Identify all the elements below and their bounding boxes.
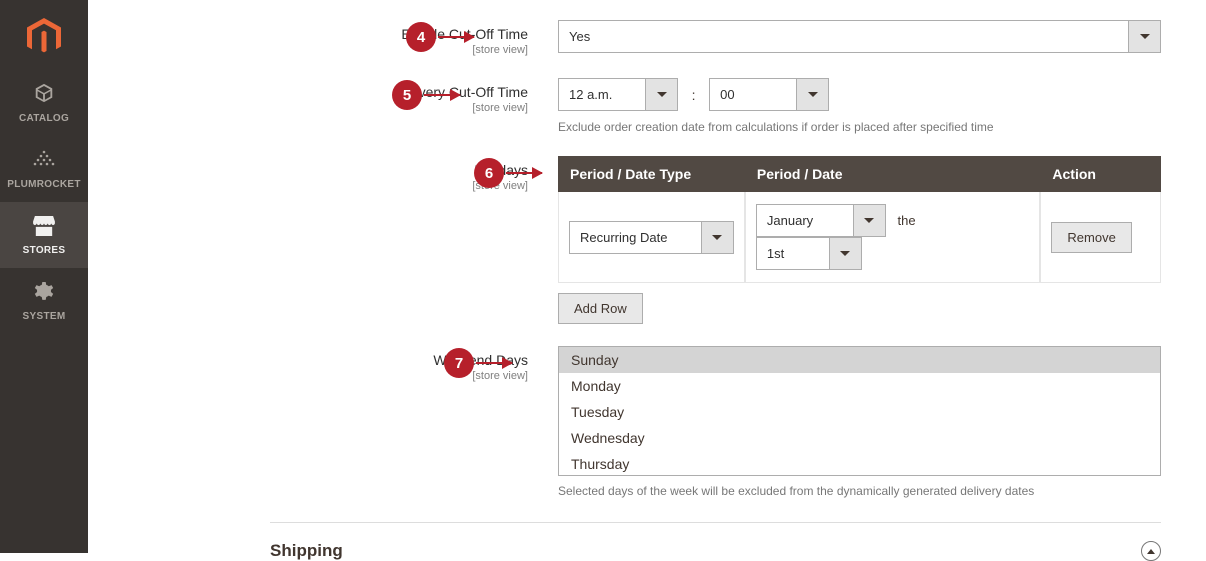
th-period-date: Period / Date xyxy=(745,156,1040,192)
the-text: the xyxy=(890,213,924,228)
period-type-select[interactable]: Recurring Date xyxy=(569,221,734,254)
callout-badge-6: 6 xyxy=(474,158,504,188)
holidays-table: Period / Date Type Period / Date Action … xyxy=(558,156,1161,283)
callout-badge-7: 7 xyxy=(444,348,474,378)
th-period-type: Period / Date Type xyxy=(558,156,745,192)
main-content: 4 Enable Cut-Off Time [store view] Yes 5… xyxy=(88,0,1206,553)
callout-badge-4: 4 xyxy=(406,22,436,52)
enable-cutoff-select[interactable]: Yes xyxy=(558,20,1161,53)
admin-sidebar: CATALOG PLUMROCKET STORES SYSTEM xyxy=(0,0,88,553)
field-hint: Selected days of the week will be exclud… xyxy=(558,484,1161,498)
list-item[interactable]: Tuesday xyxy=(559,399,1160,425)
nav-stores[interactable]: STORES xyxy=(0,202,88,268)
remove-button[interactable]: Remove xyxy=(1051,222,1131,253)
list-item[interactable]: Thursday xyxy=(559,451,1160,476)
collapse-icon[interactable] xyxy=(1141,541,1161,561)
list-item[interactable]: Sunday xyxy=(559,347,1160,373)
arrow-icon xyxy=(476,362,512,364)
arrow-icon xyxy=(424,94,460,96)
day-select[interactable]: 1st xyxy=(756,237,862,270)
nav-label: SYSTEM xyxy=(23,311,66,322)
section-title: Shipping xyxy=(270,541,343,561)
weekend-days-multiselect[interactable]: Sunday Monday Tuesday Wednesday Thursday xyxy=(558,346,1161,476)
nav-system[interactable]: SYSTEM xyxy=(0,268,88,334)
nav-label: PLUMROCKET xyxy=(7,179,81,190)
nav-catalog[interactable]: CATALOG xyxy=(0,68,88,136)
row-enable-cutoff: 4 Enable Cut-Off Time [store view] Yes xyxy=(88,20,1206,56)
arrow-icon xyxy=(438,36,474,38)
table-row: Recurring Date January the 1st xyxy=(558,192,1161,283)
dots-triangle-icon xyxy=(33,150,55,173)
field-hint: Exclude order creation date from calcula… xyxy=(558,120,1161,134)
scope-label: [store view] xyxy=(88,44,528,56)
month-select[interactable]: January xyxy=(756,204,886,237)
time-separator: : xyxy=(682,79,706,112)
nav-plumrocket[interactable]: PLUMROCKET xyxy=(0,136,88,202)
row-delivery-cutoff: 5 Delivery Cut-Off Time [store view] 12 … xyxy=(88,78,1206,134)
list-item[interactable]: Monday xyxy=(559,373,1160,399)
row-weekend-days: 7 Weekend Days [store view] Sunday Monda… xyxy=(88,346,1206,498)
th-action: Action xyxy=(1040,156,1161,192)
cutoff-hour-select[interactable]: 12 a.m. xyxy=(558,78,678,111)
gear-icon xyxy=(34,282,54,305)
add-row-button[interactable]: Add Row xyxy=(558,293,643,324)
cube-icon xyxy=(33,82,55,107)
nav-label: STORES xyxy=(23,245,66,256)
callout-badge-5: 5 xyxy=(392,80,422,110)
store-icon xyxy=(33,216,55,239)
scope-label: [store view] xyxy=(88,180,528,192)
row-holidays: 6 Holidays [store view] Period / Date Ty… xyxy=(88,156,1206,324)
magento-logo[interactable] xyxy=(0,0,88,68)
cutoff-minute-select[interactable]: 00 xyxy=(709,78,829,111)
arrow-icon xyxy=(506,172,542,174)
shipping-section-header[interactable]: Shipping xyxy=(88,523,1206,561)
scope-label: [store view] xyxy=(88,102,528,114)
list-item[interactable]: Wednesday xyxy=(559,425,1160,451)
nav-label: CATALOG xyxy=(19,113,69,124)
